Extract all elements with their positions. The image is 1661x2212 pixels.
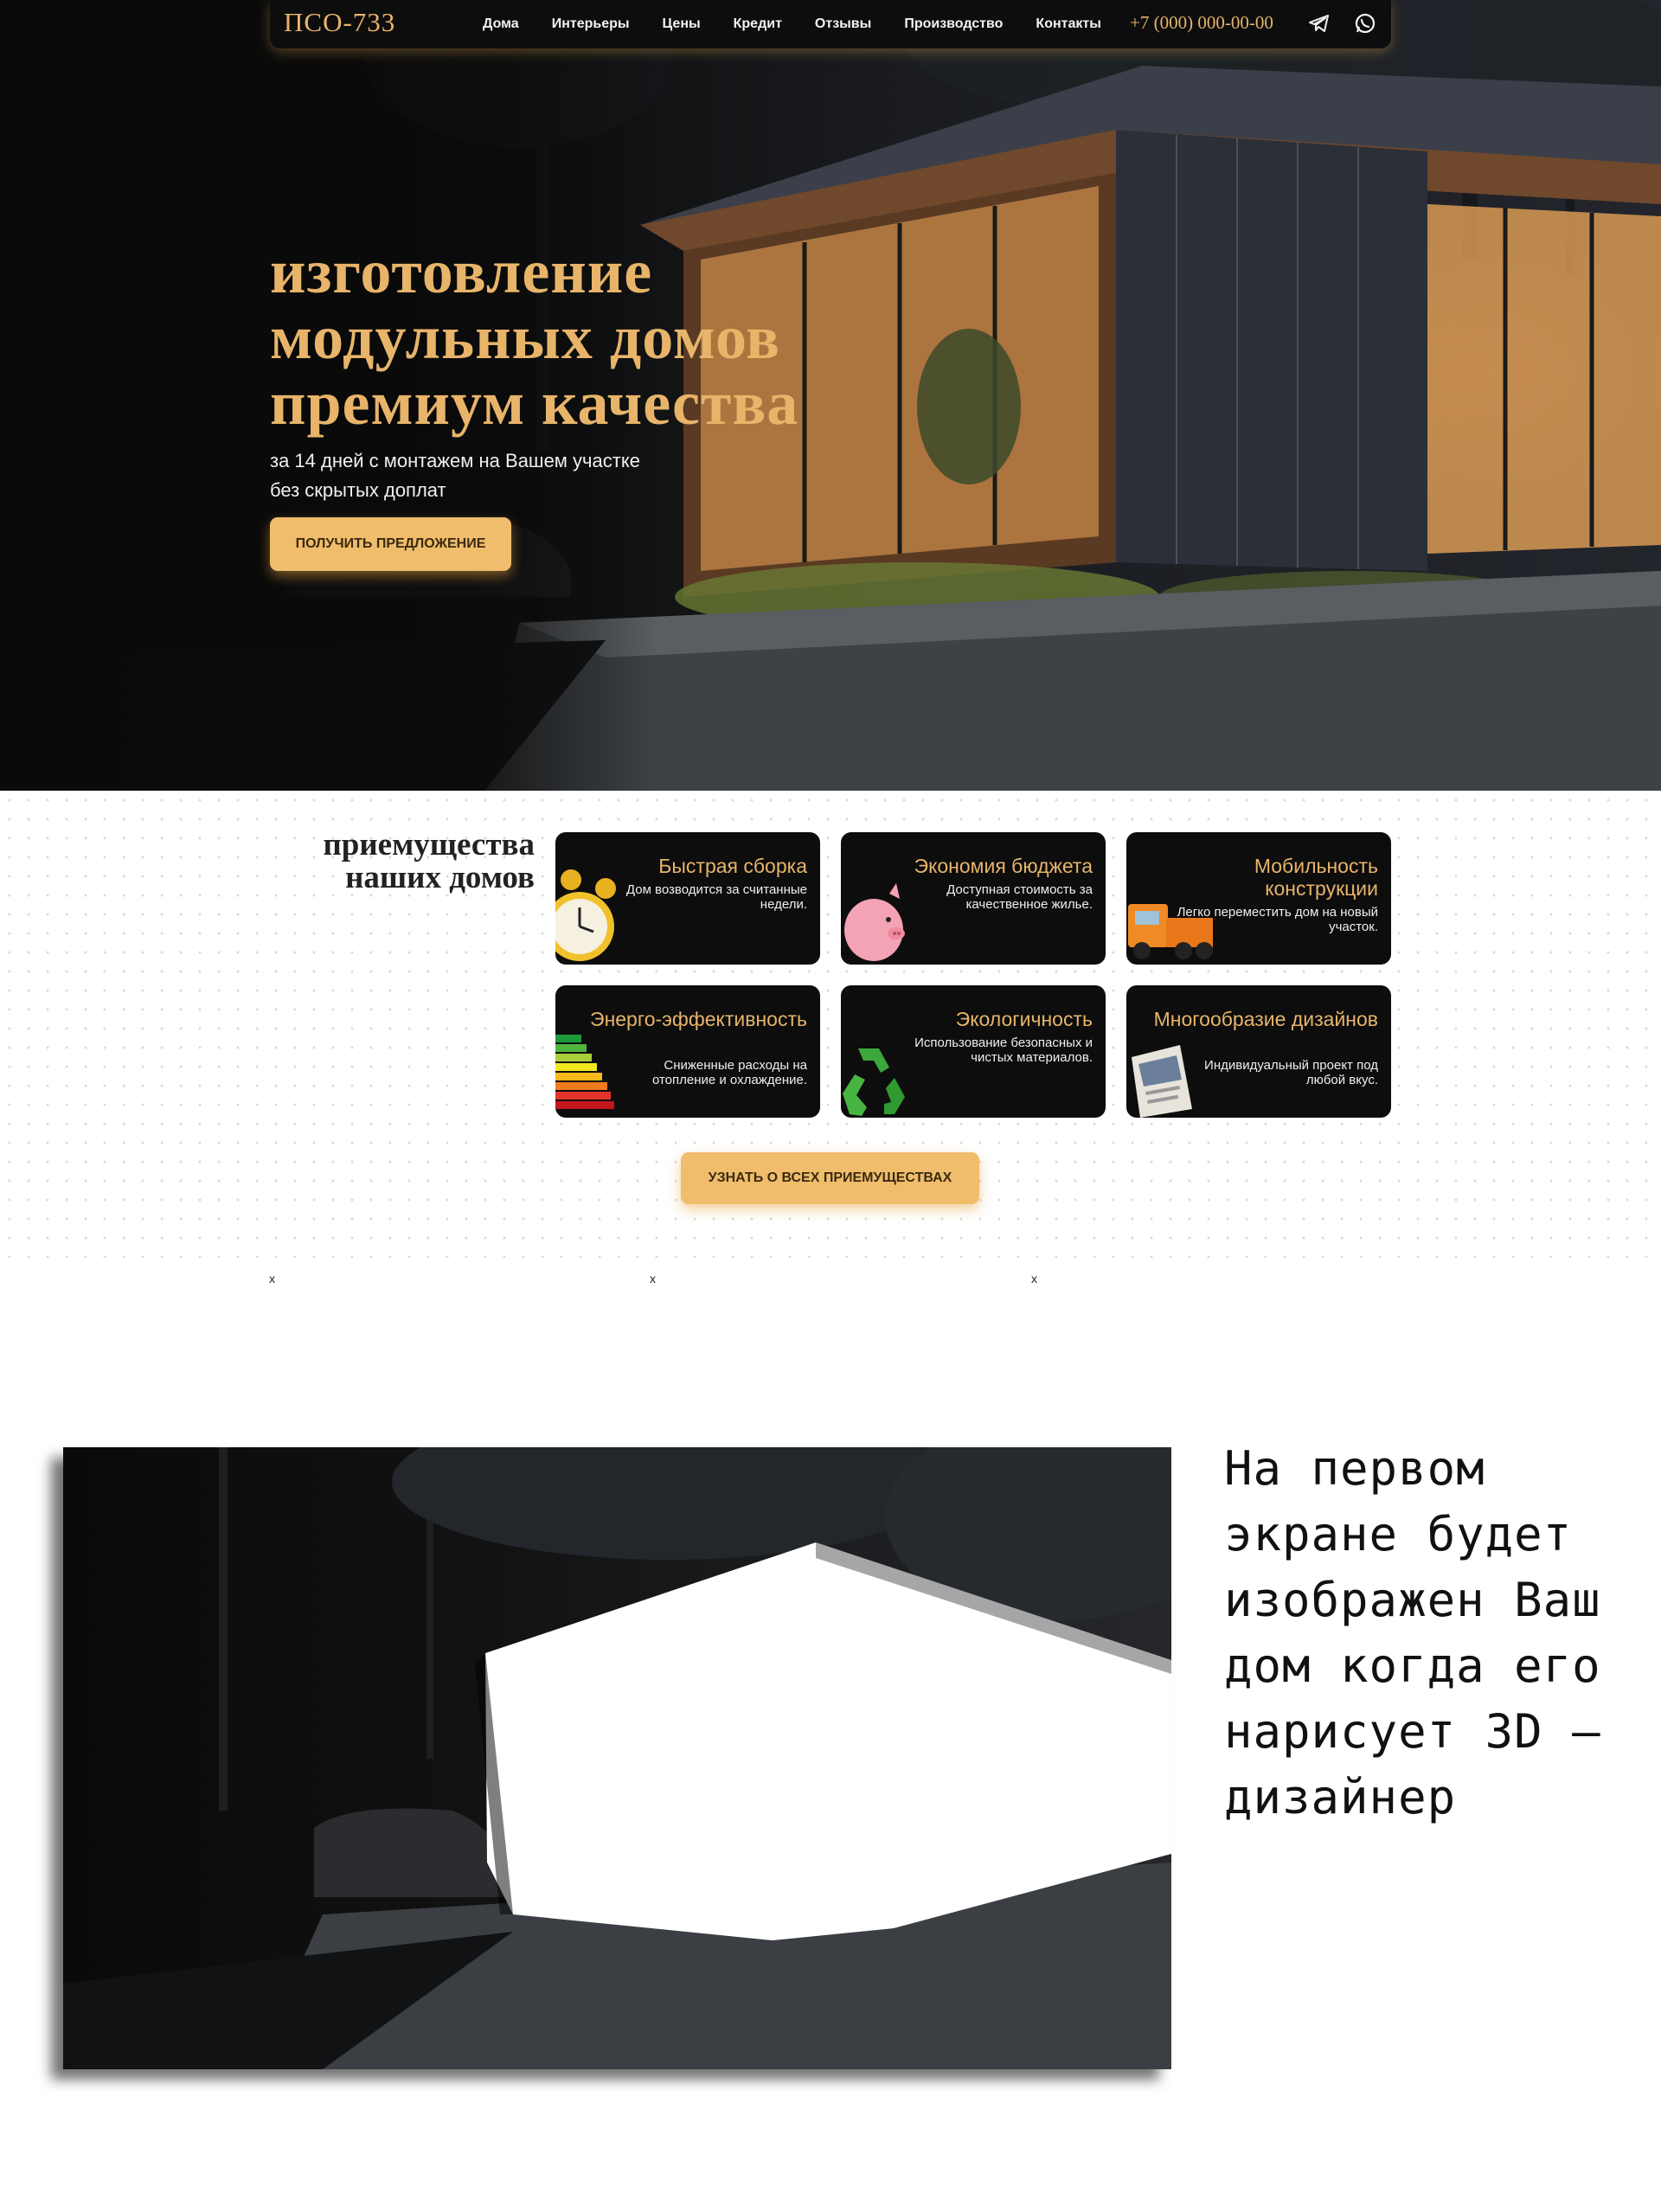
- site-logo[interactable]: ПСО-733: [284, 7, 395, 38]
- nav-menu: Дома Интерьеры Цены Кредит Отзывы Произв…: [483, 0, 1134, 48]
- marker-x: x: [650, 1272, 656, 1286]
- card-description: Дом возводится за считанные недели.: [625, 882, 807, 912]
- advantage-card-budget: Экономия бюджета Доступная стоимость за …: [841, 832, 1106, 965]
- advantages-section: приемущества наших домов Быстрая сборка …: [0, 791, 1661, 1258]
- hero-subtitle-line: без скрытых доплат: [270, 479, 446, 501]
- get-offer-button[interactable]: ПОЛУЧИТЬ ПРЕДЛОЖЕНИЕ: [270, 517, 511, 571]
- card-title: Многообразие дизайнов: [1153, 1008, 1378, 1030]
- hero-title: изготовление модульных домов премиум кач…: [270, 239, 927, 436]
- energy-rating-icon: [555, 1035, 614, 1109]
- alarm-clock-icon: [555, 869, 616, 961]
- nav-item-prices[interactable]: Цены: [663, 16, 701, 32]
- card-description: Сниженные расходы на отопление и охлажде…: [651, 1058, 807, 1087]
- card-description: Индивидуальный проект под любой вкус.: [1204, 1058, 1378, 1087]
- nav-item-interiors[interactable]: Интерьеры: [552, 16, 630, 32]
- telegram-icon[interactable]: [1307, 11, 1331, 35]
- truck-icon: [1128, 904, 1213, 959]
- hero-title-line: изготовление: [270, 237, 653, 306]
- phone-link[interactable]: +7 (000) 000-00-00: [1130, 12, 1273, 34]
- piggy-bank-icon: [844, 883, 905, 961]
- advantage-card-designs: Многообразие дизайнов Индивидуальный про…: [1126, 985, 1391, 1118]
- hero-subtitle-line: за 14 дней с монтажем на Вашем участке: [270, 450, 640, 471]
- recycle-icon: [843, 1048, 905, 1116]
- advantages-title-line: приемущества: [323, 827, 535, 862]
- card-title: Экологичность: [955, 1008, 1093, 1030]
- catalog-icon: [1132, 1045, 1192, 1118]
- marker-x: x: [269, 1272, 275, 1286]
- advantage-card-fast-assembly: Быстрая сборка Дом возводится за считанн…: [555, 832, 820, 965]
- marker-x: x: [1031, 1272, 1037, 1286]
- nav-item-contacts[interactable]: Контакты: [1036, 16, 1100, 32]
- advantage-card-energy: Энерго-эффективность Сниженные расходы н…: [555, 985, 820, 1118]
- advantages-title-line: наших домов: [345, 860, 535, 895]
- preview-scene: [63, 1447, 1171, 2069]
- nav-item-production[interactable]: Производство: [904, 16, 1003, 32]
- card-title: Энерго-эффективность: [590, 1008, 807, 1030]
- hero-subtitle: за 14 дней с монтажем на Вашем участке б…: [270, 446, 720, 505]
- house-preview-image: [63, 1447, 1171, 2069]
- card-title: Экономия бюджета: [914, 855, 1093, 877]
- card-description: Использование безопасных и чистых матери…: [914, 1035, 1093, 1065]
- nav-item-reviews[interactable]: Отзывы: [815, 16, 871, 32]
- card-description: Доступная стоимость за качественное жиль…: [946, 882, 1093, 912]
- hero-section: ПСО-733 Дома Интерьеры Цены Кредит Отзыв…: [0, 0, 1661, 791]
- advantage-card-mobility: Мобильность конструкции Легко переместит…: [1126, 832, 1391, 965]
- preview-caption: На первом экране будет изображен Ваш дом…: [1224, 1441, 1601, 1824]
- top-navbar: ПСО-733 Дома Интерьеры Цены Кредит Отзыв…: [270, 0, 1391, 48]
- advantage-card-ecology: Экологичность Использование безопасных и…: [841, 985, 1106, 1118]
- hero-title-line: модульных домов: [270, 303, 781, 372]
- advantages-title: приемущества наших домов: [260, 829, 535, 894]
- hero-title-line: премиум качества: [270, 369, 799, 438]
- nav-item-doma[interactable]: Дома: [483, 16, 519, 32]
- whatsapp-icon[interactable]: [1353, 11, 1377, 35]
- all-advantages-button[interactable]: УЗНАТЬ О ВСЕХ ПРИЕМУЩЕСТВАХ: [681, 1152, 979, 1204]
- nav-item-credit[interactable]: Кредит: [734, 16, 782, 32]
